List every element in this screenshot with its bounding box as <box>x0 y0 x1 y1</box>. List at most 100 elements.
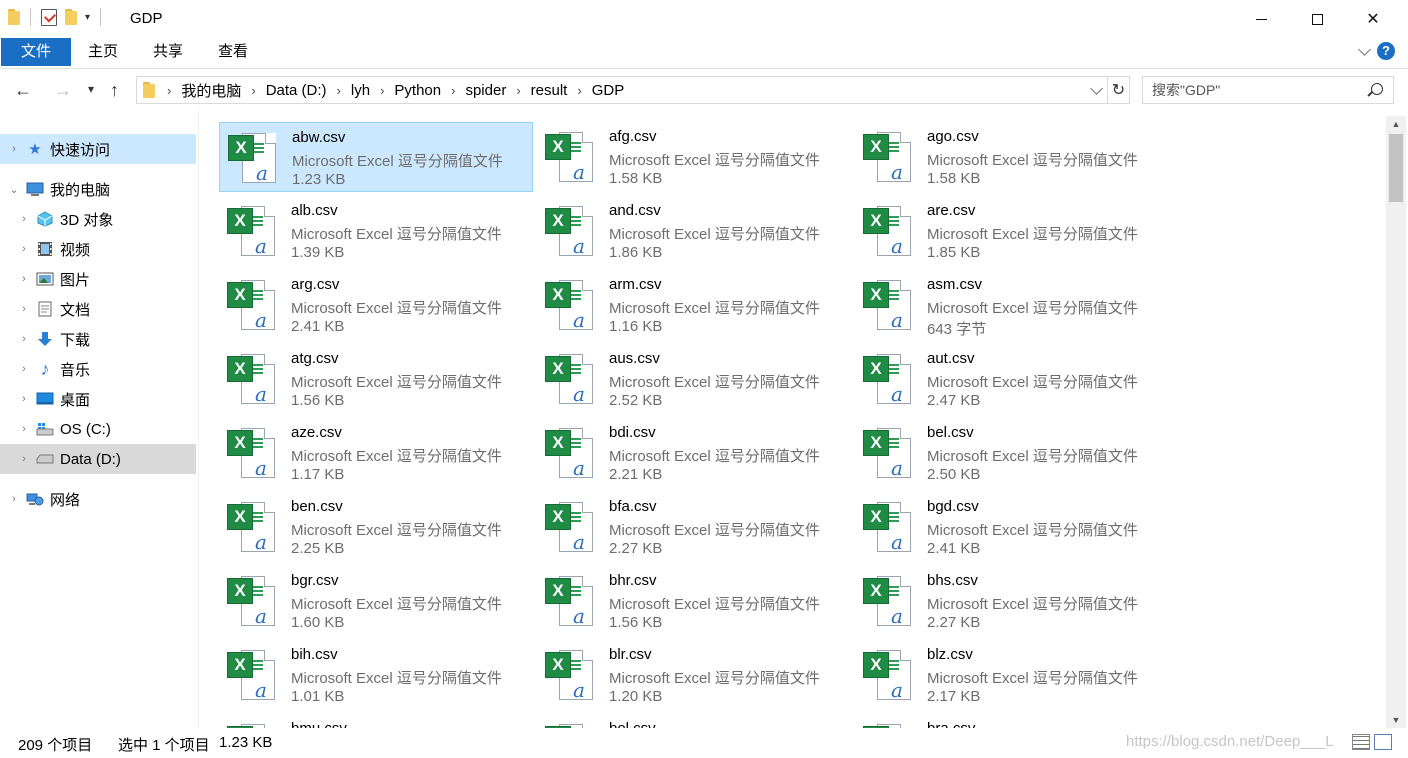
expand-icon[interactable]: › <box>18 423 30 435</box>
tab-share[interactable]: 共享 <box>143 38 193 66</box>
search-box[interactable] <box>1142 76 1394 104</box>
large-icons-view-icon[interactable] <box>1374 734 1392 750</box>
breadcrumb-separator[interactable]: › <box>571 83 587 98</box>
sidebar-item-3d-objects[interactable]: › 3D 对象 <box>0 204 196 234</box>
file-item[interactable]: Xa afg.csv Microsoft Excel 逗号分隔值文件 1.58 KB <box>537 122 851 192</box>
file-item[interactable]: Xa aus.csv Microsoft Excel 逗号分隔值文件 2.52 KB <box>537 344 851 414</box>
expand-icon[interactable]: › <box>18 303 30 315</box>
file-item[interactable]: Xabmu.csv <box>219 714 533 728</box>
collapse-icon[interactable]: ⌄ <box>8 183 20 196</box>
tab-file[interactable]: 文件 <box>1 38 71 66</box>
expand-icon[interactable]: › <box>18 393 30 405</box>
breadcrumb-item[interactable]: GDP <box>588 82 629 99</box>
help-icon[interactable]: ? <box>1377 42 1395 60</box>
breadcrumb-item[interactable]: Python <box>390 82 445 99</box>
sidebar-item-music[interactable]: › ♪ 音乐 <box>0 354 196 384</box>
new-folder-icon[interactable] <box>65 9 77 25</box>
sidebar-item-network[interactable]: › 网络 <box>0 484 196 514</box>
file-item[interactable]: Xa bhr.csv Microsoft Excel 逗号分隔值文件 1.56 KB <box>537 566 851 636</box>
breadcrumb-separator[interactable]: › <box>331 83 347 98</box>
file-item[interactable]: Xa aze.csv Microsoft Excel 逗号分隔值文件 1.17 KB <box>219 418 533 488</box>
minimize-button[interactable] <box>1238 0 1284 38</box>
file-item[interactable]: Xa abw.csv Microsoft Excel 逗号分隔值文件 1.23 KB <box>219 122 533 192</box>
chevron-down-icon <box>1090 81 1103 95</box>
file-item[interactable]: Xa alb.csv Microsoft Excel 逗号分隔值文件 1.39 KB <box>219 196 533 266</box>
excel-csv-file-icon: Xa <box>227 204 277 260</box>
up-button[interactable]: ↑ <box>110 80 119 101</box>
breadcrumb-separator[interactable]: › <box>161 83 177 98</box>
file-size: 1.56 KB <box>291 392 345 409</box>
file-item[interactable]: Xa bfa.csv Microsoft Excel 逗号分隔值文件 2.27 KB <box>537 492 851 562</box>
address-bar[interactable]: › 我的电脑 › Data (D:) › lyh › Python › spid… <box>136 76 1130 104</box>
close-button[interactable]: ✕ <box>1350 0 1396 38</box>
file-item[interactable]: Xa bgr.csv Microsoft Excel 逗号分隔值文件 1.60 KB <box>219 566 533 636</box>
breadcrumb-item[interactable]: Data (D:) <box>262 82 331 99</box>
file-item[interactable]: Xa ben.csv Microsoft Excel 逗号分隔值文件 2.25 KB <box>219 492 533 562</box>
breadcrumb-separator[interactable]: › <box>374 83 390 98</box>
file-item[interactable]: Xa arm.csv Microsoft Excel 逗号分隔值文件 1.16 KB <box>537 270 851 340</box>
sidebar-item-videos[interactable]: › 视频 <box>0 234 196 264</box>
expand-icon[interactable]: › <box>18 213 30 225</box>
forward-button[interactable]: → <box>54 80 72 101</box>
file-item[interactable]: Xa arg.csv Microsoft Excel 逗号分隔值文件 2.41 KB <box>219 270 533 340</box>
scrollbar-thumb[interactable] <box>1389 134 1403 202</box>
file-item[interactable]: Xa and.csv Microsoft Excel 逗号分隔值文件 1.86 KB <box>537 196 851 266</box>
breadcrumb-item[interactable]: lyh <box>347 82 374 99</box>
vertical-scrollbar[interactable]: ▲ ▼ <box>1386 116 1406 728</box>
sidebar-item-pictures[interactable]: › 图片 <box>0 264 196 294</box>
file-item[interactable]: Xa blr.csv Microsoft Excel 逗号分隔值文件 1.20 KB <box>537 640 851 710</box>
file-item[interactable]: Xa are.csv Microsoft Excel 逗号分隔值文件 1.85 KB <box>855 196 1169 266</box>
file-item[interactable]: Xa bgd.csv Microsoft Excel 逗号分隔值文件 2.41 KB <box>855 492 1169 562</box>
sidebar-item-desktop[interactable]: › 桌面 <box>0 384 196 414</box>
file-size: 643 字节 <box>927 321 987 338</box>
expand-icon[interactable]: › <box>18 273 30 285</box>
file-item[interactable]: Xa ago.csv Microsoft Excel 逗号分隔值文件 1.58 KB <box>855 122 1169 192</box>
breadcrumb-separator[interactable]: › <box>245 83 261 98</box>
expand-icon[interactable]: › <box>18 453 30 465</box>
expand-icon[interactable]: › <box>8 493 20 505</box>
search-input[interactable] <box>1143 77 1353 103</box>
scroll-up-button[interactable]: ▲ <box>1386 116 1406 132</box>
tab-view[interactable]: 查看 <box>208 38 258 66</box>
breadcrumb-separator[interactable]: › <box>445 83 461 98</box>
file-name: ago.csv <box>927 128 979 145</box>
sidebar-item-documents[interactable]: › 文档 <box>0 294 196 324</box>
expand-icon[interactable]: › <box>18 333 30 345</box>
scroll-down-button[interactable]: ▼ <box>1386 712 1406 728</box>
file-item[interactable]: Xa asm.csv Microsoft Excel 逗号分隔值文件 643 字节 <box>855 270 1169 340</box>
breadcrumb-separator[interactable]: › <box>510 83 526 98</box>
file-item[interactable]: Xa bdi.csv Microsoft Excel 逗号分隔值文件 2.21 KB <box>537 418 851 488</box>
pane-divider[interactable] <box>198 110 199 728</box>
maximize-button[interactable] <box>1294 0 1340 38</box>
recent-locations-button[interactable]: ▾ <box>88 82 94 96</box>
sidebar-item-this-pc[interactable]: ⌄ 我的电脑 <box>0 174 196 204</box>
expand-icon[interactable]: › <box>8 143 20 155</box>
file-item[interactable]: Xa atg.csv Microsoft Excel 逗号分隔值文件 1.56 KB <box>219 344 533 414</box>
customize-toolbar-icon[interactable]: ▾ <box>85 12 90 23</box>
expand-ribbon-icon[interactable] <box>1358 42 1371 56</box>
refresh-button[interactable]: ↻ <box>1107 77 1129 103</box>
breadcrumb-item[interactable]: result <box>527 82 572 99</box>
breadcrumb-item[interactable]: spider <box>461 82 510 99</box>
address-dropdown-button[interactable] <box>1085 77 1107 103</box>
file-item[interactable]: Xa bih.csv Microsoft Excel 逗号分隔值文件 1.01 KB <box>219 640 533 710</box>
properties-icon[interactable] <box>41 8 57 26</box>
file-type: Microsoft Excel 逗号分隔值文件 <box>609 522 820 539</box>
sidebar-item-drive-d[interactable]: › Data (D:) <box>0 444 196 474</box>
expand-icon[interactable]: › <box>18 243 30 255</box>
expand-icon[interactable]: › <box>18 363 30 375</box>
back-button[interactable]: ← <box>14 80 32 101</box>
search-icon[interactable] <box>1371 83 1383 95</box>
breadcrumb-item[interactable]: 我的电脑 <box>177 80 245 101</box>
file-item[interactable]: Xa aut.csv Microsoft Excel 逗号分隔值文件 2.47 KB <box>855 344 1169 414</box>
tab-home[interactable]: 主页 <box>78 38 128 66</box>
file-item[interactable]: Xa bel.csv Microsoft Excel 逗号分隔值文件 2.50 KB <box>855 418 1169 488</box>
sidebar-item-quick-access[interactable]: › ★ 快速访问 <box>0 134 196 164</box>
file-item[interactable]: Xabra.csv <box>855 714 1169 728</box>
file-item[interactable]: Xa bhs.csv Microsoft Excel 逗号分隔值文件 2.27 KB <box>855 566 1169 636</box>
sidebar-item-drive-c[interactable]: › OS (C:) <box>0 414 196 444</box>
details-view-icon[interactable] <box>1352 734 1370 750</box>
file-item[interactable]: Xabol.csv <box>537 714 851 728</box>
file-item[interactable]: Xa blz.csv Microsoft Excel 逗号分隔值文件 2.17 KB <box>855 640 1169 710</box>
sidebar-item-downloads[interactable]: › 下载 <box>0 324 196 354</box>
